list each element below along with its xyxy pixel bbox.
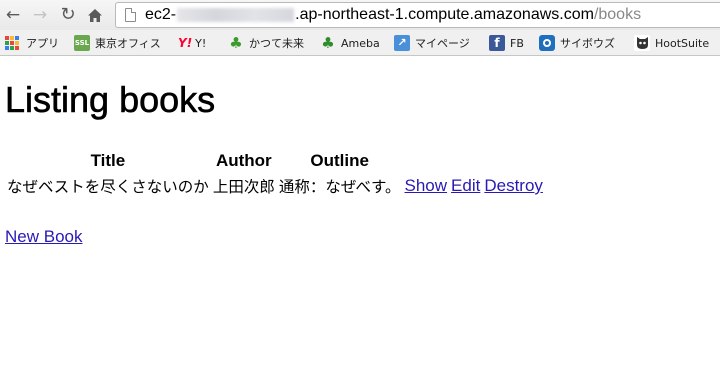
back-arrow-icon[interactable]: ← xyxy=(2,4,24,26)
bookmark-label: HootSuite xyxy=(655,36,710,50)
yahoo-icon: Y! xyxy=(178,36,193,50)
column-header-author: Author xyxy=(215,151,272,170)
ssl-icon: SSL xyxy=(74,35,90,51)
column-header-empty xyxy=(483,150,544,172)
page-title: Listing books xyxy=(5,79,216,121)
bookmarks-bar: アプリ SSL 東京オフィス Y! Y! ♣ かつて未来 ♣ Ameba ↗ マ… xyxy=(0,30,720,56)
books-table: Title Author Outline なぜベストを尽くさないのか 上田次郎 … xyxy=(4,148,546,200)
ameba-icon: ♣ xyxy=(321,34,335,52)
bookmark-label: マイページ xyxy=(415,37,470,50)
reload-icon[interactable]: ↻ xyxy=(57,4,79,26)
bookmark-apps[interactable]: アプリ xyxy=(5,30,59,55)
column-header-outline: Outline xyxy=(310,151,369,170)
edit-link[interactable]: Edit xyxy=(451,176,480,195)
bookmark-label: サイボウズ xyxy=(560,37,615,50)
bookmark-label: FB xyxy=(510,36,524,50)
bookmark-label: Y! xyxy=(195,36,207,50)
bookmark-label: アプリ xyxy=(26,37,59,50)
browser-toolbar: ← → ↻ ec2- .ap-northeast-1.compute.amazo… xyxy=(0,0,720,30)
bookmark-label: Ameba xyxy=(341,36,380,50)
mypage-icon: ↗ xyxy=(394,35,410,51)
bookmark-label: 東京オフィス xyxy=(95,37,161,50)
page-icon xyxy=(125,8,136,22)
bookmark-cybozu[interactable]: サイボウズ xyxy=(539,30,615,55)
redacted-hostname xyxy=(177,8,295,22)
column-header-empty xyxy=(450,150,481,172)
new-book-link[interactable]: New Book xyxy=(5,227,82,247)
column-header-title: Title xyxy=(90,151,126,170)
hootsuite-icon xyxy=(634,35,650,51)
destroy-cell: Destroy xyxy=(483,174,544,198)
bookmark-mypage[interactable]: ↗ マイページ xyxy=(394,30,470,55)
bookmark-hootsuite[interactable]: HootSuite xyxy=(634,30,710,55)
address-bar[interactable]: ec2- .ap-northeast-1.compute.amazonaws.c… xyxy=(115,2,720,28)
bookmark-tokyo-office[interactable]: SSL 東京オフィス xyxy=(74,30,161,55)
bookmark-ameba[interactable]: ♣ Ameba xyxy=(320,30,380,55)
column-header-empty xyxy=(404,150,449,172)
table-header-row: Title Author Outline xyxy=(6,150,544,172)
book-author-cell: 上田次郎 xyxy=(212,178,275,196)
cybozu-icon xyxy=(539,35,555,51)
page-content: Listing books Title Author Outline なぜベスト… xyxy=(0,57,720,388)
url-prefix: ec2- xyxy=(145,6,177,23)
url-host-suffix: .ap-northeast-1.compute.amazonaws.com xyxy=(295,6,594,23)
book-title-cell: なぜベストを尽くさないのか xyxy=(7,178,209,196)
destroy-link[interactable]: Destroy xyxy=(484,176,543,195)
bookmark-katsute-mirai[interactable]: ♣ かつて未来 xyxy=(228,30,304,55)
book-outline-cell: 通称：なぜべす。 xyxy=(278,178,401,196)
table-row: なぜベストを尽くさないのか 上田次郎 通称：なぜべす。 Show Edit De… xyxy=(6,174,544,198)
url-path: /books xyxy=(593,6,642,23)
bookmark-facebook[interactable]: f FB xyxy=(489,30,524,55)
apps-grid-icon xyxy=(5,36,19,50)
bookmark-label: かつて未来 xyxy=(249,37,304,50)
facebook-icon: f xyxy=(489,35,505,51)
clover-icon: ♣ xyxy=(229,34,243,52)
forward-arrow-icon[interactable]: → xyxy=(29,4,51,26)
edit-cell: Edit xyxy=(450,174,481,198)
show-link[interactable]: Show xyxy=(405,176,448,195)
url-text[interactable]: ec2- .ap-northeast-1.compute.amazonaws.c… xyxy=(145,6,641,24)
show-cell: Show xyxy=(404,174,449,198)
bookmark-yahoo[interactable]: Y! Y! xyxy=(178,30,207,55)
home-icon[interactable] xyxy=(84,4,106,26)
